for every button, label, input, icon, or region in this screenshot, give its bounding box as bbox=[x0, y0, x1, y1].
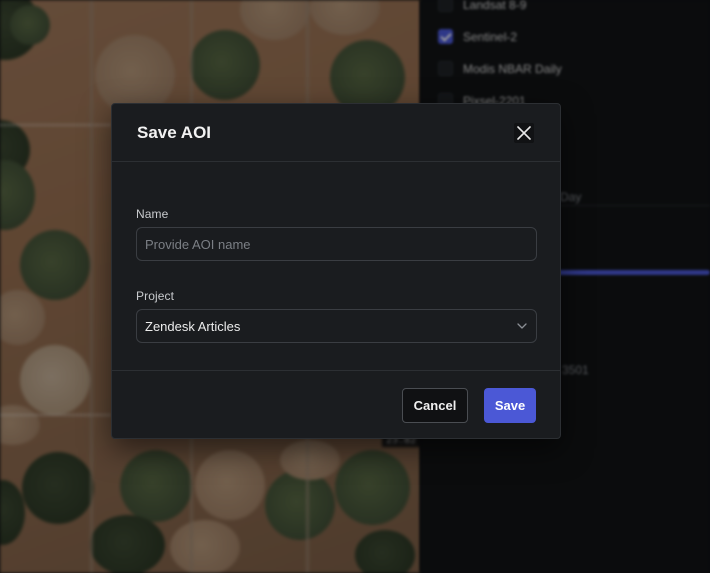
close-icon bbox=[517, 125, 531, 140]
save-button[interactable]: Save bbox=[484, 387, 536, 423]
close-button[interactable] bbox=[514, 122, 534, 143]
dialog-title: Save AOI bbox=[137, 122, 212, 142]
chevron-down-icon bbox=[517, 323, 527, 329]
project-select-value: Zendesk Articles bbox=[145, 318, 241, 334]
project-select[interactable]: Zendesk Articles bbox=[136, 309, 537, 343]
name-label: Name bbox=[136, 207, 169, 221]
dialog-header: Save AOI bbox=[112, 104, 560, 162]
save-aoi-dialog: Save AOI Name Project Zendesk Articles C… bbox=[111, 103, 561, 439]
project-label: Project bbox=[136, 289, 175, 303]
aoi-name-input[interactable] bbox=[136, 227, 537, 261]
dialog-footer: Cancel Save bbox=[112, 371, 560, 439]
cancel-button[interactable]: Cancel bbox=[402, 387, 468, 423]
dialog-body: Name Project Zendesk Articles bbox=[112, 162, 560, 371]
